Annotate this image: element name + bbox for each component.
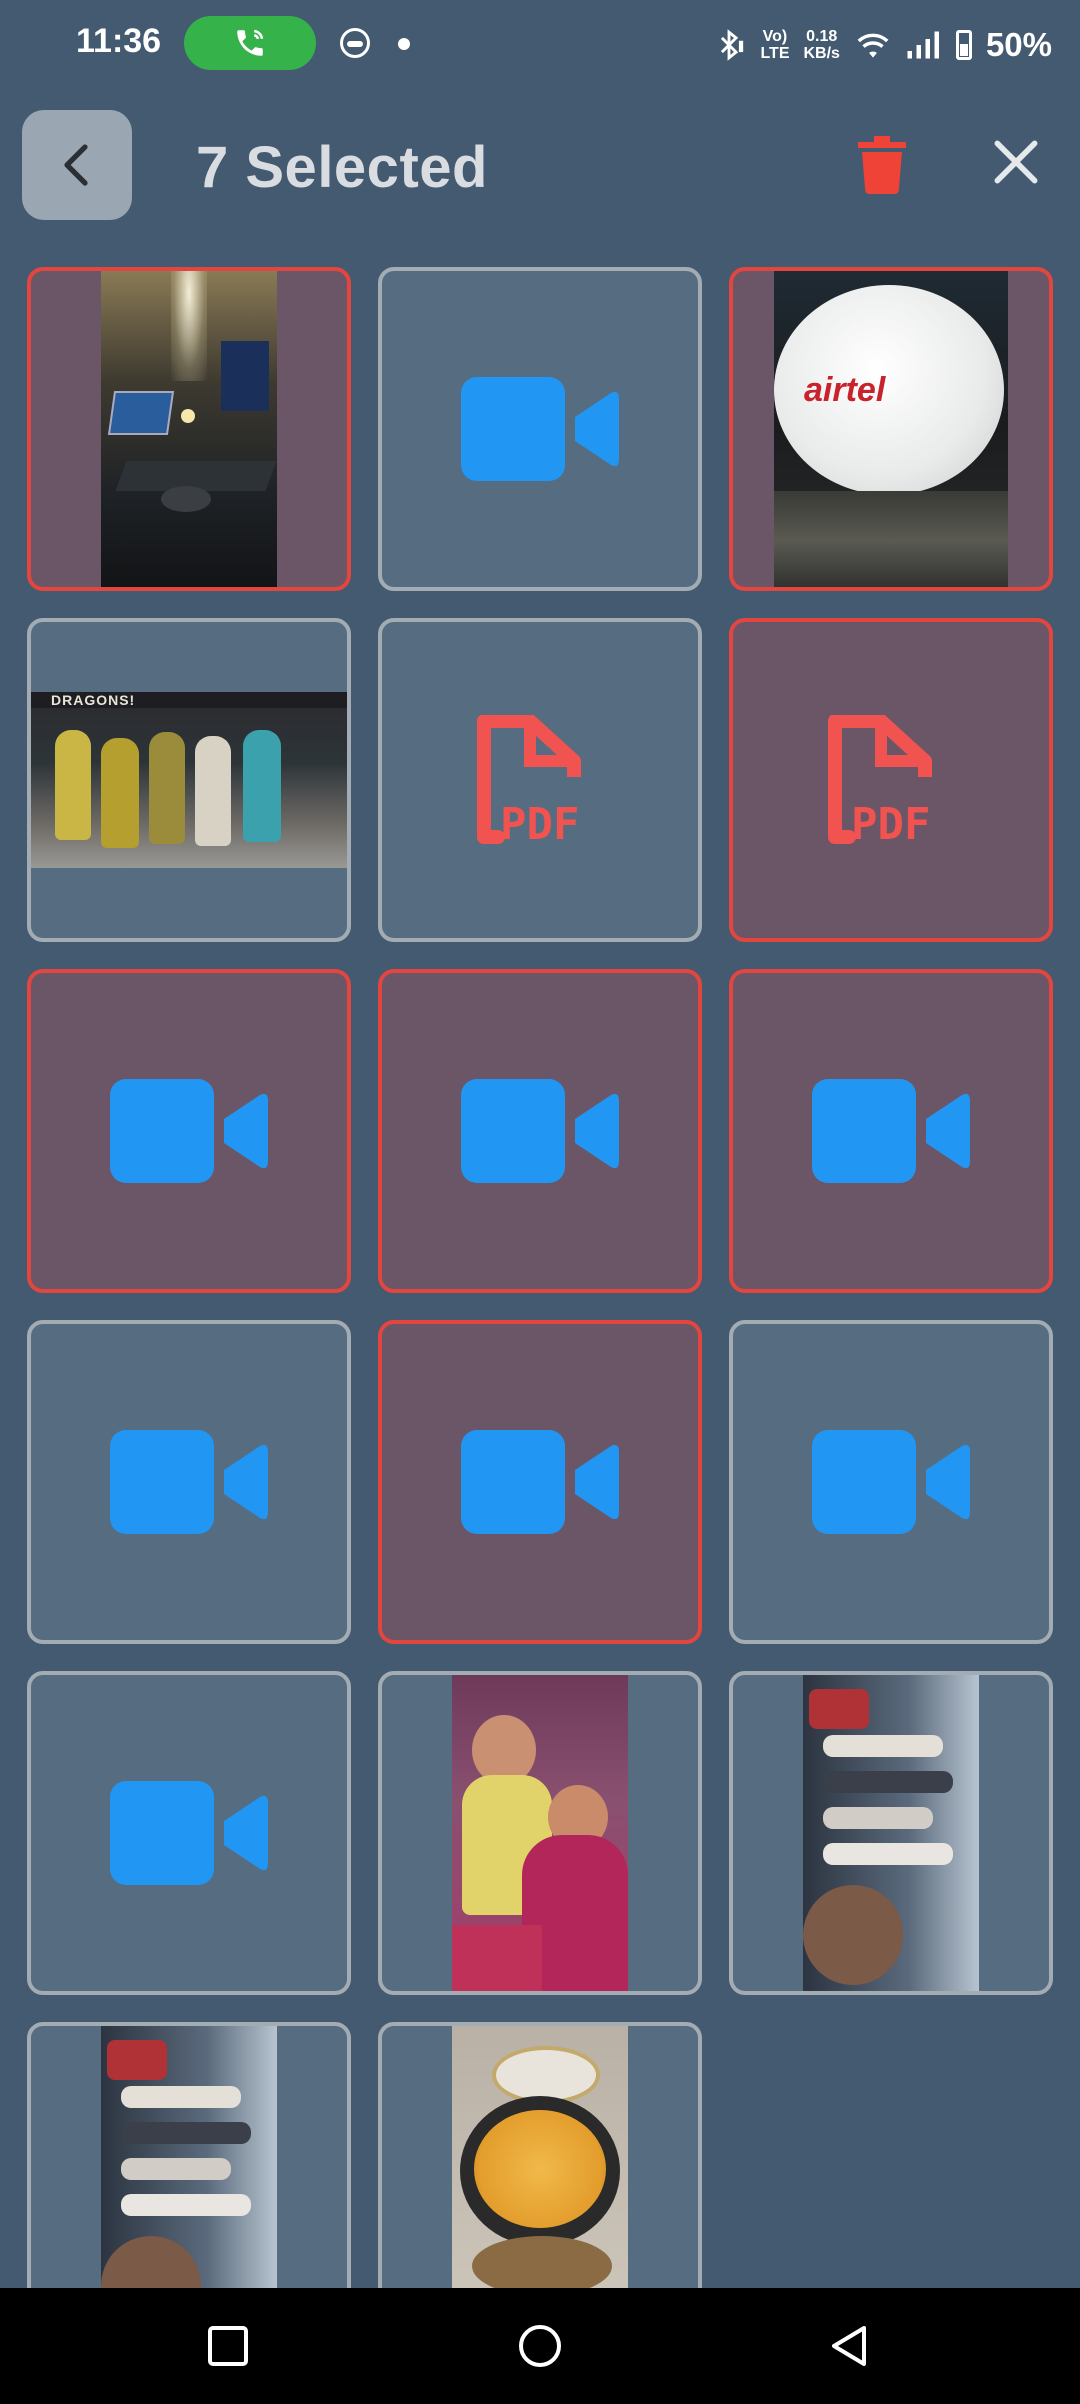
video-camera-icon <box>110 1079 268 1183</box>
media-tile-video[interactable] <box>27 969 351 1293</box>
chevron-left-icon <box>64 144 88 186</box>
notification-app-icon <box>340 28 370 58</box>
media-tile-video[interactable] <box>378 267 702 591</box>
wifi-icon <box>857 33 889 58</box>
video-camera-icon <box>461 377 619 481</box>
media-tile-image[interactable]: airtel <box>729 267 1053 591</box>
more-notifications-dot <box>398 38 410 50</box>
pdf-file-icon: PDF <box>477 715 581 845</box>
close-selection-button[interactable] <box>988 134 1044 190</box>
selection-app-bar: 7 Selected <box>0 108 1080 224</box>
group-holi-photo: DRAGONS! <box>31 692 347 868</box>
bluetooth-icon <box>721 29 744 61</box>
video-camera-icon <box>812 1079 970 1183</box>
home-button[interactable] <box>516 2322 564 2370</box>
back-nav-button[interactable] <box>826 2322 874 2370</box>
signal-icon <box>907 31 939 59</box>
video-camera-icon <box>461 1430 619 1534</box>
video-camera-icon <box>110 1781 268 1885</box>
media-tile-video[interactable] <box>27 1671 351 1995</box>
video-camera-icon <box>461 1079 619 1183</box>
media-tile-pdf[interactable]: PDF <box>378 618 702 942</box>
video-camera-icon <box>812 1430 970 1534</box>
media-tile-image[interactable] <box>729 1671 1053 1995</box>
mother-child-photo <box>452 1675 628 1991</box>
volte-indicator: Vo) LTE <box>760 28 790 62</box>
airtel-dish-photo: airtel <box>774 271 1008 587</box>
battery-icon <box>955 30 972 60</box>
trash-icon <box>858 136 906 194</box>
pdf-file-icon: PDF <box>828 715 932 845</box>
status-bar: 11:36 Vo) LTE 0.18 KB/s 50% <box>0 0 1080 90</box>
selection-count-title: 7 Selected <box>196 135 488 200</box>
back-button[interactable] <box>22 110 132 220</box>
media-tile-video[interactable] <box>729 969 1053 1293</box>
ongoing-call-chip[interactable] <box>184 16 316 70</box>
system-navigation-bar <box>0 2288 1080 2404</box>
media-tile-image[interactable] <box>378 1671 702 1995</box>
pdf-label: PDF <box>500 799 579 845</box>
battery-percentage: 50% <box>985 26 1052 63</box>
video-camera-icon <box>110 1430 268 1534</box>
status-time: 11:36 <box>76 22 162 60</box>
media-tile-pdf[interactable]: PDF <box>729 618 1053 942</box>
banner-text: DRAGONS! <box>51 692 136 708</box>
pdf-label: PDF <box>851 799 930 845</box>
media-tile-image[interactable]: DRAGONS! <box>27 618 351 942</box>
recent-apps-button[interactable] <box>204 2322 252 2370</box>
phone-call-icon <box>237 29 264 56</box>
desk-laptop-photo <box>101 271 277 587</box>
media-tile-video[interactable] <box>378 1320 702 1644</box>
group-selfie-photo <box>803 1675 979 1991</box>
media-tile-video[interactable] <box>729 1320 1053 1644</box>
network-speed: 0.18 KB/s <box>803 28 840 62</box>
delete-button[interactable] <box>856 134 908 194</box>
media-tile-video[interactable] <box>27 1320 351 1644</box>
media-tile-video[interactable] <box>378 969 702 1293</box>
airtel-logo-text: airtel <box>804 371 886 409</box>
close-icon <box>994 140 1038 184</box>
media-tile-image[interactable] <box>27 267 351 591</box>
